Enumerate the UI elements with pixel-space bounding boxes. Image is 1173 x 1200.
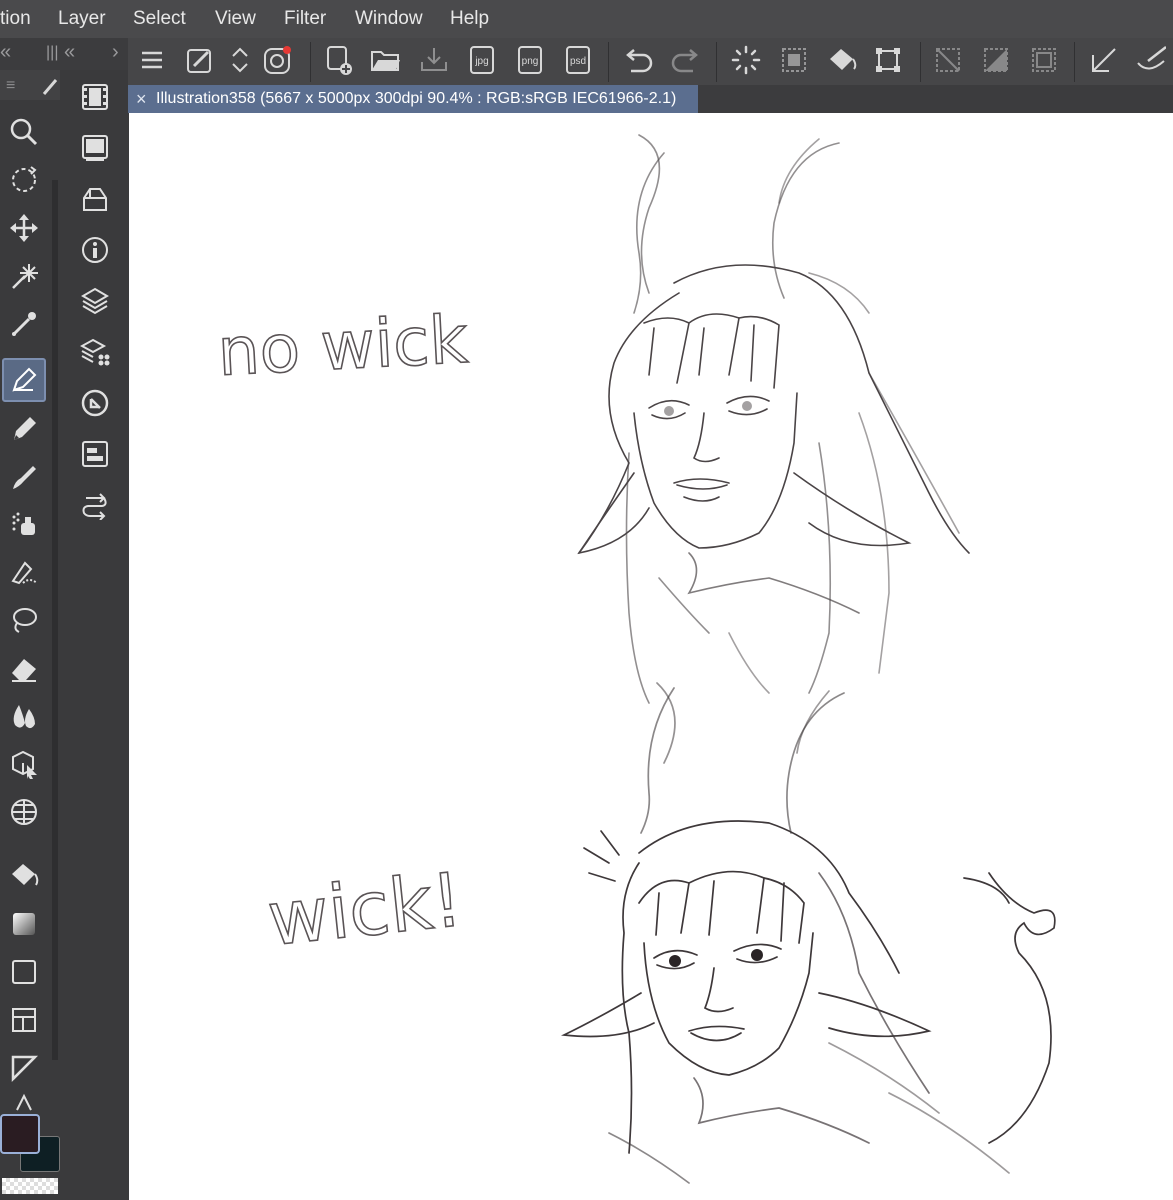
menu-filter[interactable]: Filter [284,0,326,38]
export-jpg-icon[interactable]: jpg [466,44,498,76]
ruler-icon[interactable] [1088,44,1120,76]
undo-icon[interactable] [622,44,654,76]
label-wick: wick! [264,857,466,963]
layer-property-icon[interactable] [74,127,116,169]
invert-selection-icon[interactable] [980,44,1012,76]
fill-icon[interactable] [2,854,46,898]
dashed-select-icon[interactable] [778,44,810,76]
auto-action-icon[interactable] [74,484,116,526]
open-folder-icon[interactable] [370,44,402,76]
close-tab-icon[interactable]: × [136,85,147,113]
psd-label: psd [570,56,586,67]
eyedropper-settings-icon[interactable] [184,44,216,76]
material-icon[interactable] [74,178,116,220]
updown-arrows-icon[interactable] [224,44,256,76]
eraser-icon[interactable] [2,646,46,690]
menu-icon[interactable] [136,44,168,76]
perspective-ruler-icon[interactable] [2,790,46,834]
auto-select-icon[interactable] [2,254,46,298]
document-title: Illustration358 (5667 x 5000px 300dpi 90… [156,90,677,107]
lasso-fill-icon[interactable] [2,598,46,642]
move-icon[interactable] [2,206,46,250]
drawing-canvas[interactable]: no wick wick! [129,113,1173,1200]
menu-animation[interactable]: tion [0,0,31,38]
png-label: png [522,56,539,67]
navigator-icon[interactable] [74,382,116,424]
tool-palette: ≡ [0,70,60,1200]
companion-app-icon[interactable] [262,44,294,76]
menu-bar: tion Layer Select View Filter Window Hel… [0,0,1173,39]
menu-view[interactable]: View [215,0,256,38]
label-no-wick: no wick [216,301,470,391]
menu-help[interactable]: Help [450,0,489,38]
info-icon[interactable] [74,229,116,271]
eyedropper-icon[interactable] [2,302,46,346]
collapse-left-icon[interactable]: « [0,41,11,64]
menu-select[interactable]: Select [133,0,186,38]
pen-icon[interactable] [2,358,46,402]
panel-collapse-bar: « ||| « › [0,38,128,70]
redo-icon[interactable] [670,44,702,76]
new-canvas-icon[interactable] [324,44,356,76]
brush-sketch-icon[interactable] [1134,44,1166,76]
brush-icon[interactable] [2,454,46,498]
zoom-icon[interactable] [2,110,46,154]
export-psd-icon[interactable]: psd [562,44,594,76]
rectangle-icon[interactable] [2,950,46,994]
menu-layer[interactable]: Layer [58,0,106,38]
tool-palette-header: ≡ [0,70,60,100]
3d-object-icon[interactable] [2,742,46,786]
expand-arrow-icon[interactable]: › [112,41,119,64]
direct-draw-icon[interactable] [2,1046,46,1090]
main-color-swatch[interactable] [0,1114,40,1154]
save-download-icon[interactable] [418,44,450,76]
rotate-view-icon[interactable] [2,158,46,202]
sketch-no-wick [577,134,970,704]
pencil-icon[interactable] [2,406,46,450]
airbrush-icon[interactable] [2,502,46,546]
document-tab[interactable]: × Illustration358 (5667 x 5000px 300dpi … [128,85,698,113]
clear-selection-icon[interactable] [932,44,964,76]
selection-loading-icon[interactable] [730,44,762,76]
sketch-wick [560,682,1056,1184]
jpg-label: jpg [474,56,488,67]
palette-bar [62,70,128,1200]
layers-icon[interactable] [74,280,116,322]
decoration-icon[interactable] [2,550,46,594]
select-all-icon[interactable] [1028,44,1060,76]
collapse-right-icon[interactable]: « [64,41,75,64]
tool-palette-scrollbar[interactable] [52,180,58,1060]
command-bar: jpg png psd [128,38,1173,85]
export-png-icon[interactable]: png [514,44,546,76]
document-tab-bar: × Illustration358 (5667 x 5000px 300dpi … [128,85,1173,113]
film-icon[interactable] [74,76,116,118]
fill-bucket-icon[interactable] [826,44,858,76]
blend-icon[interactable] [2,694,46,738]
layer-search-icon[interactable] [74,331,116,373]
frame-border-icon[interactable] [2,998,46,1042]
menu-window[interactable]: Window [355,0,423,38]
gradient-icon[interactable] [2,902,46,946]
timeline-icon[interactable] [74,433,116,475]
panel-grip-icon[interactable]: ||| [46,44,58,62]
svg-text:≡: ≡ [6,77,15,94]
transparent-color-swatch[interactable] [2,1178,58,1194]
text-tool-icon[interactable] [2,1090,46,1114]
transform-icon[interactable] [872,44,904,76]
